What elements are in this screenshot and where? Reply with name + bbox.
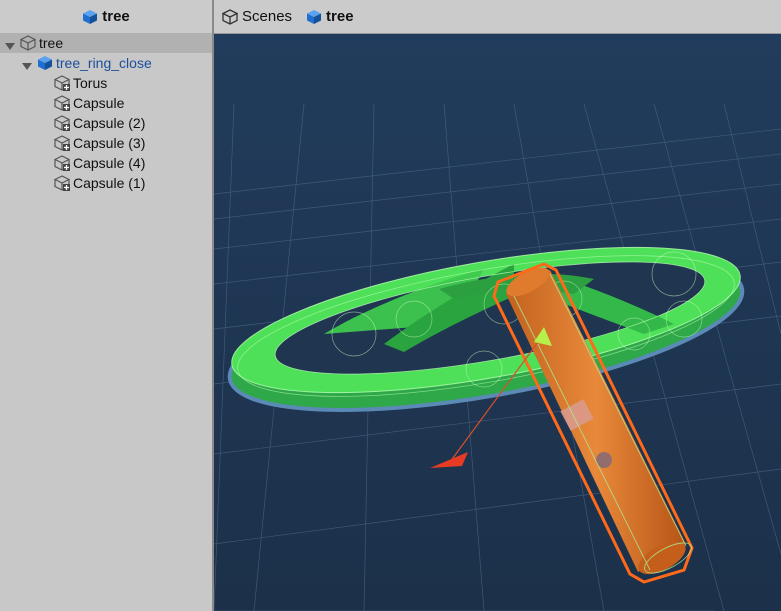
hierarchy-item-capsule-3[interactable]: Capsule (3) — [0, 133, 212, 153]
hierarchy-item-capsule-2[interactable]: Capsule (2) — [0, 113, 212, 133]
gameobject-add-icon — [53, 135, 71, 151]
hierarchy-title: tree — [102, 8, 130, 25]
hierarchy-item-label: Capsule (2) — [73, 115, 146, 131]
prefab-cube-icon — [82, 9, 98, 25]
prefab-cube-icon — [37, 55, 53, 71]
hierarchy-item-capsule-4[interactable]: Capsule (4) — [0, 153, 212, 173]
gameobject-add-icon — [53, 115, 71, 131]
hierarchy-item-label: Capsule (1) — [73, 175, 146, 191]
scene-viewport[interactable] — [214, 34, 781, 611]
prefab-cube-icon — [306, 9, 322, 25]
hierarchy-item-capsule-1[interactable]: Capsule (1) — [0, 173, 212, 193]
breadcrumb-prefab-label: tree — [326, 8, 354, 25]
unity-logo-icon — [221, 8, 239, 25]
hierarchy-prefab-label: tree_ring_close — [56, 55, 152, 71]
scene-view: Scenes tree — [214, 0, 781, 611]
gameobject-add-icon — [53, 175, 71, 191]
hierarchy-item-capsule[interactable]: Capsule — [0, 93, 212, 113]
hierarchy-item-label: Capsule — [73, 95, 125, 111]
gameobject-add-icon — [53, 155, 71, 171]
hierarchy-item-prefab[interactable]: tree_ring_close — [0, 53, 212, 73]
breadcrumb-prefab[interactable]: tree — [306, 8, 354, 25]
hierarchy-item-label: Torus — [73, 75, 108, 91]
hierarchy-root-label: tree — [39, 35, 64, 51]
hierarchy-header: tree — [0, 0, 212, 34]
expand-arrow-icon[interactable] — [5, 38, 15, 50]
gameobject-add-icon — [53, 75, 71, 91]
hierarchy-item-root[interactable]: tree — [0, 33, 212, 53]
hierarchy-item-label: Capsule (3) — [73, 135, 146, 151]
breadcrumb-scenes[interactable]: Scenes — [221, 8, 293, 25]
scene-breadcrumb-bar: Scenes tree — [214, 0, 781, 34]
hierarchy-item-torus[interactable]: Torus — [0, 73, 212, 93]
hierarchy-item-label: Capsule (4) — [73, 155, 146, 171]
hierarchy-panel: tree tree tree_ring_close Torus Capsule — [0, 0, 212, 611]
breadcrumb-scenes-label: Scenes — [242, 8, 293, 25]
scene-object-icon — [19, 35, 37, 51]
gameobject-add-icon — [53, 95, 71, 111]
expand-arrow-icon[interactable] — [22, 58, 32, 70]
